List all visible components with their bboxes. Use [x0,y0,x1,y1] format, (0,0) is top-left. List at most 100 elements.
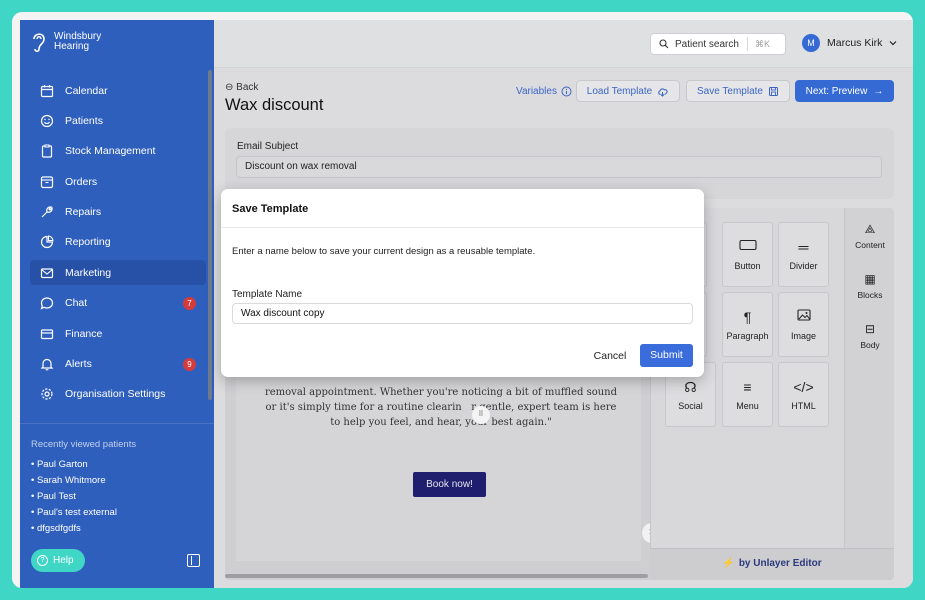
layout-icon: ⊟ [864,322,876,336]
sidebar-item-label: Reporting [65,236,111,249]
sidebar-item-alerts[interactable]: Alerts 9 [30,352,206,377]
chat-badge: 7 [183,296,196,310]
tab-label: Body [860,340,880,350]
pie-chart-icon [40,235,54,249]
sidebar-item-reporting[interactable]: Reporting [30,230,206,255]
recent-patient-item[interactable]: • Paul Test [31,489,117,505]
load-template-label: Load Template [586,85,653,97]
info-icon [561,86,572,96]
editor-tabs: ⟁ Content ▦ Blocks ⊟ Body [844,208,894,548]
variables-button[interactable]: Variables [515,80,573,102]
social-icon: ☊ [684,379,697,395]
sidebar-item-patients[interactable]: Patients [30,108,206,133]
bell-icon [40,358,54,371]
tool-html[interactable]: </> HTML [778,362,829,427]
email-text-fragment: or it's simply time for a routine cleari… [265,402,462,413]
search-icon [659,39,669,49]
sidebar-item-label: Orders [65,175,98,188]
modal-divider [221,227,704,228]
shapes-icon: ⟁ [864,222,876,236]
sidebar-item-label: Repairs [65,206,102,219]
collapse-sidebar-icon[interactable] [187,554,200,567]
tab-label: Content [855,240,885,250]
patient-search-button[interactable]: Patient search ⌘K [650,33,786,55]
recent-patient-item[interactable]: • Paul's test external [31,505,117,521]
tool-divider[interactable]: ═ Divider [778,222,829,287]
unlayer-by: by [738,558,751,569]
tool-label: Paragraph [726,331,769,341]
tool-label: Button [734,261,761,271]
load-template-button[interactable]: Load Template [576,80,680,102]
patient-search-label: Patient search [675,38,739,50]
tab-body[interactable]: ⊟ Body [845,322,894,350]
tab-blocks[interactable]: ▦ Blocks [845,272,894,300]
tool-menu[interactable]: ≡ Menu [722,362,773,427]
arrow-right-icon: → [873,85,884,97]
cancel-button[interactable]: Cancel [585,345,635,367]
tool-label: Divider [789,261,818,271]
sidebar-divider [20,423,214,424]
clipboard-icon [41,144,53,158]
menu-icon: ≡ [743,379,752,395]
user-name: Marcus Kirk [827,37,883,49]
mail-icon [40,268,54,278]
save-template-button[interactable]: Save Template [686,80,790,102]
sidebar-item-label: Marketing [65,266,112,279]
tool-button[interactable]: Button [722,222,773,287]
search-separator [747,37,748,51]
tool-paragraph[interactable]: ¶ Paragraph [722,292,773,357]
sidebar-item-repairs[interactable]: Repairs [30,200,206,225]
recent-patient-item[interactable]: • Sarah Whitmore [31,473,117,489]
email-subject-input[interactable]: Discount on wax removal [236,156,882,178]
tab-content[interactable]: ⟁ Content [845,222,894,250]
book-now-button[interactable]: Book now! [413,472,486,497]
box-icon [40,176,54,188]
drag-handle-icon[interactable]: ⠿ [472,406,490,424]
email-subject-label: Email Subject [237,141,299,152]
next-preview-label: Next: Preview [805,85,868,97]
email-text-line: or it's simply time for a routine cleari… [256,400,626,415]
sidebar-item-chat[interactable]: Chat 7 [30,291,206,316]
submit-button[interactable]: Submit [640,344,693,367]
sidebar-item-calendar[interactable]: Calendar [30,78,206,103]
next-preview-button[interactable]: Next: Preview → [795,80,894,102]
sidebar-item-stock-management[interactable]: Stock Management [30,139,206,164]
sidebar-item-label: Chat [65,297,88,310]
tool-image[interactable]: Image [778,292,829,357]
recent-patient-item[interactable]: • dfgsdfgdfs [31,521,117,537]
sidebar-item-label: Finance [65,327,103,340]
tool-label: Image [790,331,816,341]
email-text-line: to help you feel, and hear, your best ag… [330,417,552,428]
sidebar-item-label: Calendar [65,84,108,97]
sidebar: Windsbury Hearing Calendar Patients Stoc… [20,20,214,588]
unlayer-name: Unlayer Editor [753,558,822,569]
sidebar-item-finance[interactable]: Finance [30,321,206,346]
sidebar-item-label: Stock Management [65,145,156,158]
template-name-input[interactable] [232,303,693,324]
recent-patients-list: • Paul Garton • Sarah Whitmore • Paul Te… [31,457,117,537]
email-body-text[interactable]: removal appointment. Whether you're noti… [256,385,626,430]
brand[interactable]: Windsbury Hearing [20,20,214,64]
divider-icon: ═ [798,239,809,255]
recent-patient-item[interactable]: • Paul Garton [31,457,117,473]
floppy-disk-icon [768,86,778,96]
help-button[interactable]: ? Help [31,549,85,572]
calendar-icon [40,84,54,97]
sidebar-item-label: Alerts [65,358,92,371]
back-link[interactable]: ⊖ Back [225,82,258,93]
template-name-label: Template Name [232,289,303,300]
avatar: M [802,34,820,52]
canvas-horizontal-scrollbar[interactable] [225,574,648,578]
sidebar-item-orders[interactable]: Orders [30,169,206,194]
user-menu[interactable]: M Marcus Kirk [802,34,898,52]
sidebar-item-organisation-settings[interactable]: Organisation Settings [30,382,206,407]
modal-title: Save Template [232,203,309,215]
cloud-icon [658,87,668,97]
paragraph-icon: ¶ [743,309,752,325]
unlayer-branding[interactable]: ⚡ by Unlayer Editor [650,548,894,580]
sidebar-scrollbar[interactable] [208,70,212,400]
wrench-icon [41,206,53,218]
sidebar-item-marketing[interactable]: Marketing [30,260,206,286]
tab-label: Blocks [857,290,883,300]
image-icon [779,309,828,325]
